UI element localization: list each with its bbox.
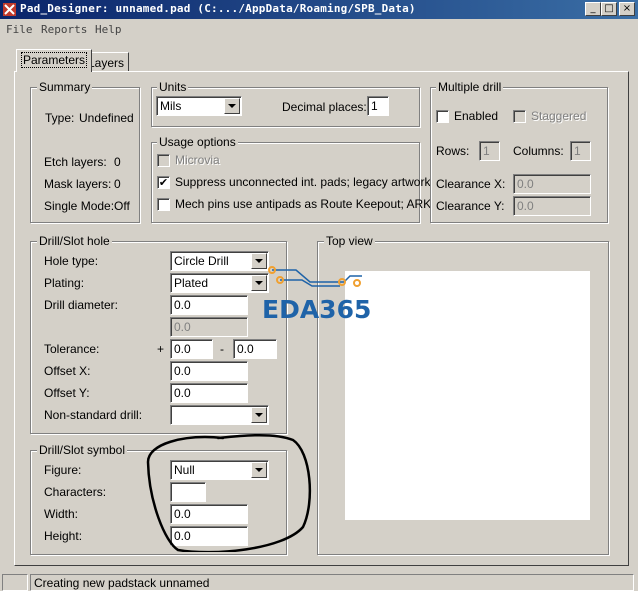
rows-label: Rows: — [436, 144, 470, 158]
type-label: Type: — [45, 111, 75, 125]
app-icon[interactable] — [2, 2, 17, 17]
clearance-y-label: Clearance Y: — [436, 199, 505, 213]
clearance-x-input[interactable]: 0.0 — [513, 174, 591, 194]
single-mode-value: Off — [114, 199, 130, 213]
tolerance-label: Tolerance: — [44, 342, 100, 356]
annotation-circle — [146, 433, 312, 552]
staggered-label: Staggered — [531, 109, 587, 123]
drill-hole-title: Drill/Slot hole — [37, 234, 112, 248]
offset-x-input[interactable]: 0.0 — [170, 361, 248, 381]
figure-label: Figure: — [44, 463, 82, 477]
etch-layers-value: 0 — [114, 155, 121, 169]
offset-x-label: Offset X: — [44, 364, 91, 378]
chevron-down-icon[interactable] — [224, 98, 240, 114]
tolerance-minus-input[interactable]: 0.0 — [233, 339, 277, 359]
plating-select[interactable]: Plated — [170, 273, 269, 293]
minimize-button[interactable]: _ — [585, 2, 601, 16]
offset-y-label: Offset Y: — [44, 386, 90, 400]
status-cell-empty — [2, 574, 28, 591]
maximize-button[interactable]: □ — [601, 2, 617, 16]
top-view-title: Top view — [324, 234, 375, 248]
mask-layers-label: Mask layers: — [44, 177, 112, 191]
menu-file[interactable]: File — [6, 23, 33, 36]
summary-title: Summary — [37, 80, 93, 94]
microvia-checkbox[interactable] — [157, 154, 170, 167]
height-label: Height: — [44, 529, 83, 543]
tolerance-minus-sign: - — [220, 342, 224, 356]
drill-diameter-input[interactable]: 0.0 — [170, 295, 248, 315]
columns-input[interactable]: 1 — [570, 141, 591, 161]
clearance-y-input[interactable]: 0.0 — [513, 196, 591, 216]
enabled-label: Enabled — [454, 109, 499, 123]
tolerance-plus-input[interactable]: 0.0 — [170, 339, 213, 359]
rows-input[interactable]: 1 — [479, 141, 500, 161]
etch-layers-label: Etch layers: — [44, 155, 107, 169]
mech-pins-checkbox[interactable] — [157, 198, 170, 211]
plating-value: Plated — [174, 276, 209, 290]
units-select[interactable]: Mils — [156, 96, 242, 116]
hole-type-value: Circle Drill — [174, 254, 229, 268]
top-view-canvas[interactable] — [345, 271, 590, 520]
eda365-logo-traces — [268, 266, 362, 287]
hole-type-select[interactable]: Circle Drill — [170, 251, 269, 271]
units-select-value: Mils — [160, 99, 182, 113]
menu-help[interactable]: Help — [95, 23, 122, 36]
chevron-down-icon[interactable] — [251, 407, 267, 423]
clearance-x-label: Clearance X: — [436, 177, 506, 191]
drill-diameter-secondary-input[interactable]: 0.0 — [170, 317, 248, 337]
units-title: Units — [157, 80, 189, 94]
staggered-checkbox[interactable] — [513, 110, 526, 123]
tab-parameters[interactable]: Parameters — [16, 49, 93, 72]
columns-label: Columns: — [513, 144, 564, 158]
microvia-label: Microvia — [175, 153, 220, 167]
characters-label: Characters: — [44, 485, 107, 499]
type-value: Undefined — [79, 111, 134, 125]
hole-type-label: Hole type: — [44, 254, 99, 268]
non-standard-drill-select[interactable] — [170, 405, 269, 425]
suppress-label: Suppress unconnected int. pads; legacy a… — [175, 175, 431, 189]
decimal-places-input[interactable]: 1 — [367, 96, 389, 116]
non-standard-drill-label: Non-standard drill: — [44, 408, 143, 422]
decimal-places-label: Decimal places: — [282, 100, 367, 114]
menu-reports[interactable]: Reports — [41, 23, 87, 36]
eda365-watermark: EDA365 — [262, 295, 372, 324]
width-label: Width: — [44, 507, 79, 521]
status-message: Creating new padstack unnamed — [30, 574, 634, 591]
window-title: Pad_Designer: unnamed.pad (C:.../AppData… — [20, 2, 416, 15]
plating-label: Plating: — [44, 276, 85, 290]
single-mode-label: Single Mode: — [44, 199, 115, 213]
drill-symbol-title: Drill/Slot symbol — [37, 443, 128, 457]
tolerance-plus-sign: + — [157, 342, 165, 356]
close-button[interactable]: × — [619, 2, 635, 16]
tab-parameters-label: Parameters — [21, 52, 88, 68]
enabled-checkbox[interactable] — [436, 110, 449, 123]
mech-pins-label: Mech pins use antipads as Route Keepout;… — [175, 197, 432, 211]
usage-options-title: Usage options — [157, 135, 238, 149]
drill-diameter-label: Drill diameter: — [44, 298, 119, 312]
multiple-drill-title: Multiple drill — [436, 80, 504, 94]
offset-y-input[interactable]: 0.0 — [170, 383, 248, 403]
suppress-checkbox[interactable]: ✔ — [157, 176, 170, 189]
mask-layers-value: 0 — [114, 177, 121, 191]
